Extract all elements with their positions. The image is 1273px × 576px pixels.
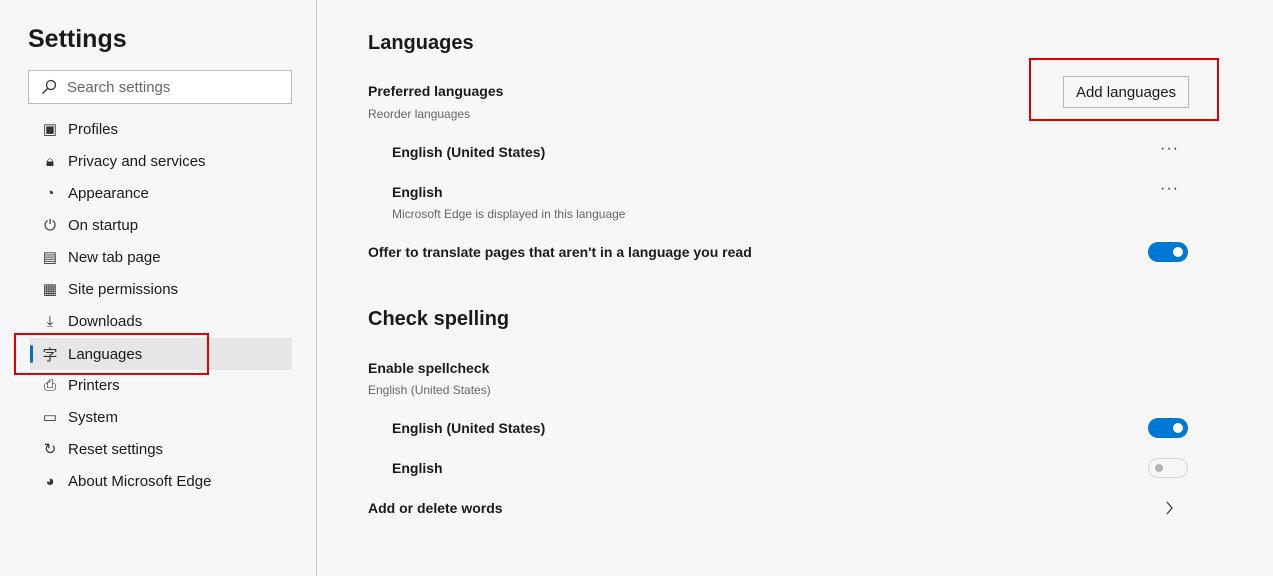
power-icon: ⏻: [44, 216, 56, 234]
lock-icon: 🔒︎: [46, 152, 54, 170]
sidebar-item-profiles[interactable]: ▣ Profiles: [30, 113, 292, 145]
section-title-check-spelling: Check spelling: [368, 308, 510, 330]
new-tab-icon: ▤: [42, 249, 58, 266]
reset-icon: ↻: [43, 441, 57, 458]
palette-icon: ◔: [45, 184, 55, 202]
language-item-name: English (United States): [392, 144, 546, 160]
sidebar-item-on-startup[interactable]: ⏻ On startup: [30, 209, 292, 241]
search-input[interactable]: [67, 78, 267, 96]
sidebar-item-label: New tab page: [68, 248, 161, 266]
enable-spellcheck-sub: English (United States): [368, 383, 491, 397]
add-delete-words-link[interactable]: Add or delete words: [368, 500, 503, 516]
translate-toggle[interactable]: [1148, 242, 1188, 262]
sidebar-item-reset-settings[interactable]: ↻ Reset settings: [30, 433, 292, 465]
sidebar-item-label: Downloads: [68, 312, 143, 330]
sidebar-item-appearance[interactable]: ◔ Appearance: [30, 177, 292, 209]
page-title: Settings: [28, 25, 127, 53]
translate-label: Offer to translate pages that aren't in …: [368, 244, 752, 260]
sidebar-item-label: On startup: [68, 216, 139, 234]
language-item-sub: Microsoft Edge is displayed in this lang…: [392, 207, 626, 221]
highlight-box: [1029, 58, 1219, 121]
site-permissions-icon: ▦: [42, 281, 58, 298]
sidebar-item-about[interactable]: ◕ About Microsoft Edge: [30, 465, 292, 497]
sidebar: Settings ▣ Profiles 🔒︎ Privacy and service…: [0, 0, 317, 576]
sidebar-item-privacy[interactable]: 🔒︎ Privacy and services: [30, 145, 292, 177]
profile-icon: ▣: [42, 121, 58, 138]
sidebar-item-label: Privacy and services: [68, 152, 206, 170]
section-title-languages: Languages: [368, 32, 474, 54]
sidebar-item-new-tab-page[interactable]: ▤ New tab page: [30, 241, 292, 273]
sidebar-item-label: System: [68, 408, 119, 426]
download-icon: ⤓: [46, 312, 54, 330]
preferred-languages-sub: Reorder languages: [368, 107, 471, 121]
search-input-box[interactable]: [28, 70, 292, 104]
language-item-name: English: [392, 184, 443, 200]
more-options-icon[interactable]: ···: [1160, 180, 1179, 198]
laptop-icon: ▭: [42, 409, 58, 426]
sidebar-item-site-permissions[interactable]: ▦ Site permissions: [30, 273, 292, 305]
spellcheck-toggle-en[interactable]: [1148, 458, 1188, 478]
search-icon: [42, 79, 57, 94]
sidebar-item-label: Profiles: [68, 120, 119, 138]
sidebar-item-label: Reset settings: [68, 440, 164, 458]
spellcheck-language-name: English: [392, 460, 443, 476]
highlight-box: [14, 333, 209, 375]
preferred-languages-label: Preferred languages: [368, 83, 504, 99]
printer-icon: ⎙: [43, 376, 56, 394]
enable-spellcheck-label: Enable spellcheck: [368, 360, 490, 376]
spellcheck-language-name: English (United States): [392, 420, 546, 436]
spellcheck-toggle-en-us[interactable]: [1148, 418, 1188, 438]
sidebar-item-label: Site permissions: [68, 280, 179, 298]
more-options-icon[interactable]: ···: [1160, 140, 1179, 158]
edge-logo-icon: ◕: [45, 472, 55, 490]
chevron-right-icon[interactable]: [1164, 501, 1174, 515]
sidebar-item-label: About Microsoft Edge: [68, 472, 212, 490]
sidebar-item-label: Printers: [68, 376, 120, 394]
sidebar-item-system[interactable]: ▭ System: [30, 401, 292, 433]
sidebar-item-label: Appearance: [68, 184, 149, 202]
